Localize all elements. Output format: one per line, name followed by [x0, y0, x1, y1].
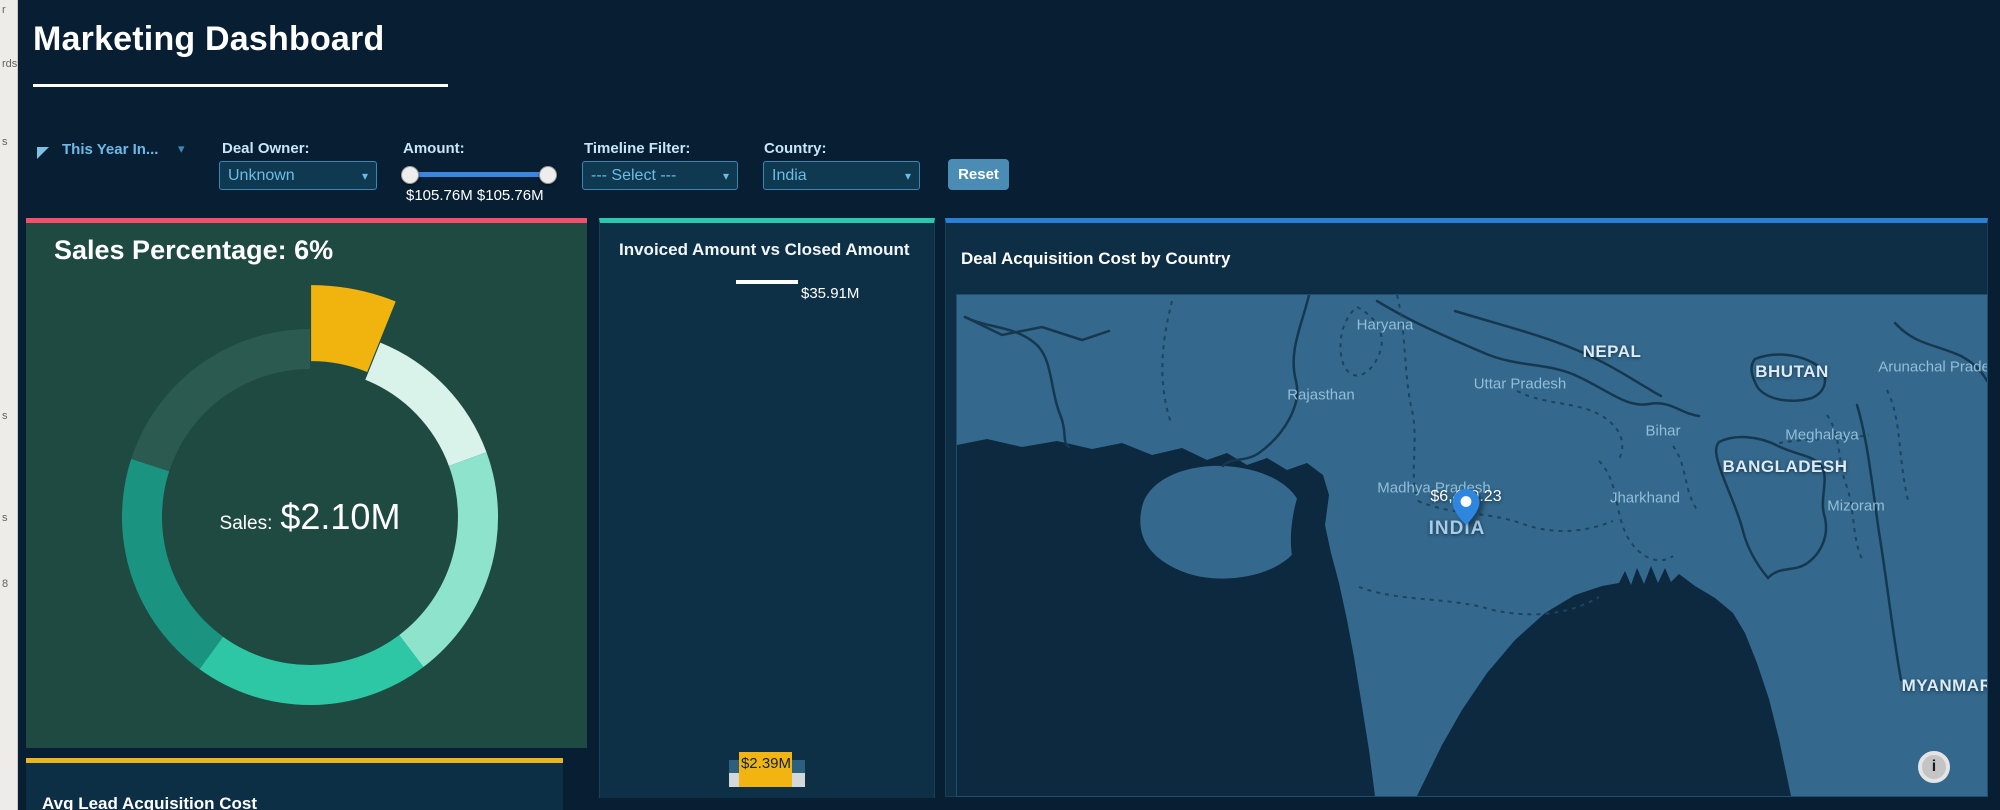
avg-lead-cost-panel: Avg Lead Acquisition Cost [26, 758, 563, 810]
invoiced-target-marker[interactable] [736, 280, 798, 284]
timeline-filter-select[interactable]: --- Select --- ▾ [582, 161, 738, 190]
map-label-meghalaya: Meghalaya [1785, 427, 1858, 444]
timeline-filter-label: Timeline Filter: [584, 140, 690, 157]
sidebar-text-fragment: s [2, 136, 8, 148]
avg-lead-panel-title: Avg Lead Acquisition Cost [42, 794, 257, 810]
sales-percentage-panel: Sales Percentage: 6% Sales:$2.10M [26, 218, 587, 748]
chevron-down-icon: ▾ [905, 169, 911, 183]
amount-range-values: $105.76M $105.76M [406, 187, 556, 204]
slider-handle-max[interactable] [539, 166, 557, 184]
map-label-haryana: Haryana [1357, 317, 1414, 334]
deal-owner-select[interactable]: Unknown ▾ [219, 161, 377, 190]
chevron-down-icon: ▾ [723, 169, 729, 183]
sidebar-text-fragment: s [2, 512, 8, 524]
map-label-rajasthan: Rajasthan [1287, 387, 1355, 404]
invoiced-panel-title: Invoiced Amount vs Closed Amount [619, 240, 910, 260]
map-pin-icon[interactable] [1453, 489, 1480, 530]
chevron-down-icon[interactable]: ▾ [178, 141, 185, 157]
collapsed-sidebar[interactable]: r rds s s s 8 [0, 0, 18, 810]
collapse-triangle-icon[interactable] [37, 147, 49, 159]
slider-handle-min[interactable] [401, 166, 419, 184]
donut-segment[interactable] [365, 343, 486, 466]
map-label-bangladesh: BANGLADESH [1723, 457, 1848, 477]
donut-center-caption: Sales: [220, 513, 273, 534]
amount-max-value: $105.76M [477, 187, 544, 204]
deal-acquisition-map-panel: Deal Acquisition Cost by Country [945, 218, 1988, 797]
donut-segment[interactable] [200, 635, 424, 705]
donut-center-value: $2.10M [280, 496, 400, 537]
info-icon[interactable]: i [1918, 751, 1950, 783]
sidebar-text-fragment: r [2, 4, 6, 16]
reset-button[interactable]: Reset [948, 159, 1009, 190]
sidebar-text-fragment: rds [2, 58, 17, 70]
closed-amount-value: $2.39M [736, 755, 796, 772]
timeline-filter-value: --- Select --- [591, 167, 676, 185]
donut-segment[interactable] [122, 459, 223, 669]
deal-owner-label: Deal Owner: [222, 140, 310, 157]
map-label-jharkhand: Jharkhand [1610, 490, 1680, 507]
view-selector[interactable]: This Year In... [62, 141, 158, 158]
amount-range-slider[interactable] [406, 172, 552, 177]
map-label-uttar-pradesh: Uttar Pradesh [1474, 376, 1567, 393]
sidebar-text-fragment: 8 [2, 578, 8, 590]
title-underline [33, 84, 448, 87]
map-geography [957, 295, 1987, 796]
sales-donut-chart[interactable] [26, 223, 587, 748]
india-map-canvas[interactable]: Haryana NEPAL BHUTAN Arunachal Pradesh R… [956, 294, 1988, 797]
map-panel-title: Deal Acquisition Cost by Country [961, 249, 1231, 269]
sidebar-text-fragment: s [2, 410, 8, 422]
map-label-nepal: NEPAL [1583, 342, 1642, 362]
map-label-mizoram: Mizoram [1827, 498, 1885, 515]
donut-segment[interactable] [131, 329, 310, 471]
dashboard-screen: r rds s s s 8 Marketing Dashboard This Y… [0, 0, 2000, 810]
country-select[interactable]: India ▾ [763, 161, 920, 190]
invoiced-target-value: $35.91M [801, 285, 859, 302]
invoiced-vs-closed-panel: Invoiced Amount vs Closed Amount $35.91M… [599, 218, 935, 798]
chevron-down-icon: ▾ [362, 169, 368, 183]
map-label-arunachal: Arunachal Pradesh [1878, 359, 1988, 376]
page-title: Marketing Dashboard [33, 20, 384, 59]
amount-min-value: $105.76M [406, 187, 473, 204]
map-label-myanmar: MYANMAR [1902, 676, 1988, 696]
country-label: Country: [764, 140, 827, 157]
map-label-bihar: Bihar [1645, 423, 1680, 440]
country-value: India [772, 167, 807, 185]
map-label-bhutan: BHUTAN [1755, 362, 1829, 382]
deal-owner-value: Unknown [228, 167, 295, 185]
amount-label: Amount: [403, 140, 465, 157]
donut-segment[interactable] [399, 452, 498, 667]
donut-center-label: Sales: $2.10M [220, 496, 401, 538]
